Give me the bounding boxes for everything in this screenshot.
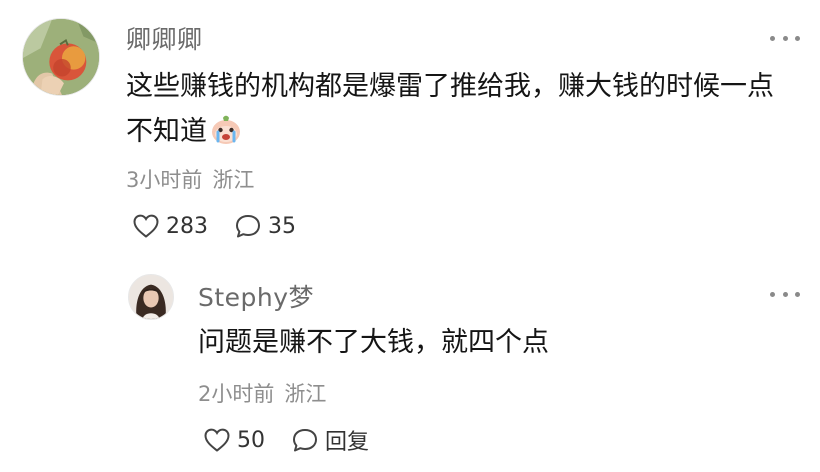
- comment-text-line: 不知道: [126, 109, 816, 154]
- comment-text: 这些赚钱的机构都是爆雷了推给我，赚大钱的时候一点 不知道: [126, 64, 816, 154]
- reply-text: 问题是赚不了大钱，就四个点: [198, 327, 549, 358]
- comment-button[interactable]: 35: [234, 213, 296, 239]
- comment-bubble-icon: [236, 215, 260, 238]
- more-dots-icon[interactable]: [770, 289, 800, 299]
- comment-count: 35: [268, 213, 296, 239]
- comment-meta: 3小时前 浙江: [126, 164, 254, 194]
- comment-location: 浙江: [212, 168, 255, 192]
- reply-label: 回复: [325, 430, 370, 455]
- like-count: 50: [237, 427, 265, 453]
- reply-actions: 50 回复: [203, 424, 369, 456]
- username[interactable]: 卿卿卿: [126, 20, 203, 56]
- comment-actions: 283 35: [132, 210, 296, 242]
- reply-meta: 2小时前 浙江: [198, 378, 326, 408]
- comment-text-line: 这些赚钱的机构都是爆雷了推给我，赚大钱的时候一点: [126, 71, 774, 102]
- like-button[interactable]: 283: [132, 213, 208, 239]
- crying-face-emoji-icon: [209, 112, 243, 146]
- like-count: 283: [166, 213, 208, 239]
- more-dots-icon[interactable]: [770, 33, 800, 43]
- heart-icon: [204, 428, 230, 452]
- comment-time: 3小时前: [126, 168, 203, 192]
- username[interactable]: Stephy梦: [198, 278, 314, 314]
- comment-bubble-icon: [293, 429, 317, 452]
- reply-button[interactable]: 回复: [291, 424, 369, 456]
- avatar[interactable]: [22, 18, 100, 96]
- reply-location: 浙江: [284, 382, 327, 406]
- comment-text-tail: 不知道: [126, 116, 207, 147]
- like-button[interactable]: 50: [203, 427, 265, 453]
- heart-icon: [133, 214, 159, 238]
- comment-thread: 卿卿卿 这些赚钱的机构都是爆雷了推给我，赚大钱的时候一点 不知道 3小时前 浙江 …: [0, 0, 820, 472]
- avatar[interactable]: [128, 274, 174, 320]
- reply-time: 2小时前: [198, 382, 275, 406]
